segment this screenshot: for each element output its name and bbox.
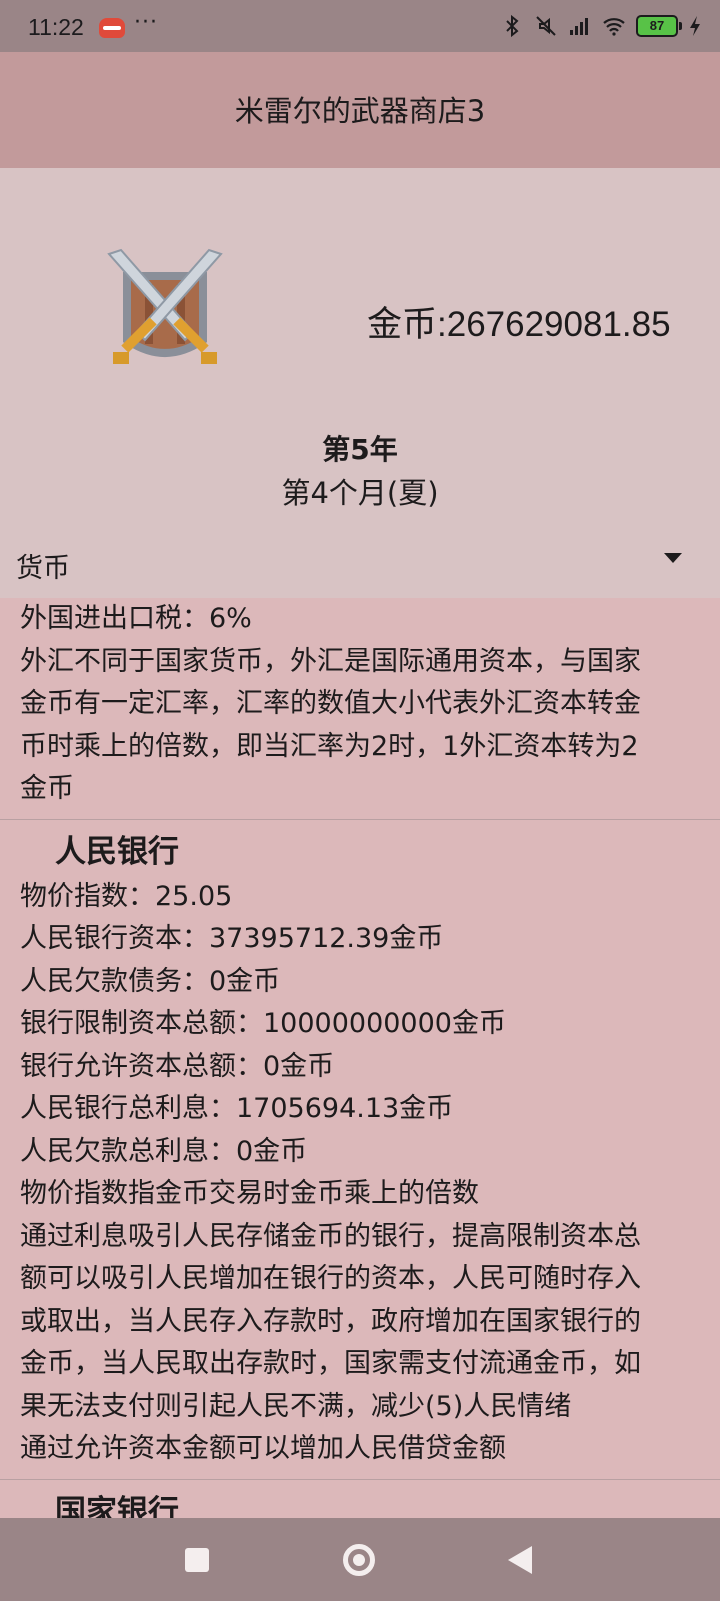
- text-line: 银行限制资本总额：10000000000金币: [20, 1008, 506, 1039]
- text-line: 通过允许资本金额可以增加人民借贷金额: [20, 1433, 506, 1464]
- text-line: 人民欠款总利息：0金币: [20, 1135, 308, 1167]
- mute-icon: [536, 16, 556, 36]
- currency-section: 外国进出口税：6% 外汇不同于国家货币，外汇是国际通用资本，与国家 金币有一定汇…: [0, 598, 720, 811]
- battery-icon: 87: [636, 15, 682, 37]
- people-bank-section: 人民银行 物价指数：25.05 人民银行资本：37395712.39金币 人民欠…: [0, 828, 720, 1471]
- app-title-bar: 米雷尔的武器商店3: [0, 52, 720, 168]
- status-header: 金币:267629081.85 第5年 第4个月(夏) 货币: [0, 168, 720, 598]
- wifi-icon: [603, 18, 625, 36]
- text-line: 果无法支付则引起人民不满，减少(5)人民情绪: [20, 1390, 572, 1422]
- text-line: 人民银行资本：37395712.39金币: [20, 923, 444, 954]
- status-bar: 11:22 ··· 87: [0, 0, 720, 52]
- section-title: 人民银行: [55, 833, 179, 870]
- category-dropdown[interactable]: 货币: [0, 523, 720, 598]
- dropdown-selected-label: 货币: [16, 553, 70, 584]
- back-triangle-icon[interactable]: [508, 1546, 532, 1574]
- info-scroll-area[interactable]: 外国进出口税：6% 外汇不同于国家货币，外汇是国际通用资本，与国家 金币有一定汇…: [0, 598, 720, 1518]
- text-line: 外汇不同于国家货币，外汇是国际通用资本，与国家: [20, 645, 641, 677]
- page-title: 米雷尔的武器商店3: [234, 94, 486, 128]
- system-nav-bar: [0, 1518, 720, 1601]
- gold-balance: 金币:267629081.85: [367, 305, 671, 344]
- text-line: 外国进出口税：6%: [20, 603, 252, 634]
- text-line: 金币，当人民取出存款时，国家需支付流通金币，如: [20, 1348, 641, 1379]
- home-circle-icon[interactable]: [343, 1544, 375, 1576]
- section-title: 国家银行: [55, 1493, 179, 1519]
- section-divider: [0, 818, 720, 820]
- text-line: 通过利息吸引人民存储金币的银行，提高限制资本总: [20, 1220, 641, 1252]
- more-notifications-icon: ···: [134, 10, 158, 35]
- text-line: 金币: [20, 773, 74, 804]
- current-year: 第5年: [322, 433, 398, 466]
- text-line: 或取出，当人民存入存款时，政府增加在国家银行的: [20, 1305, 641, 1337]
- section-divider: [0, 1478, 720, 1480]
- status-time: 11:22: [28, 14, 84, 40]
- text-line: 物价指数指金币交易时金币乘上的倍数: [20, 1178, 479, 1209]
- current-month: 第4个月(夏): [281, 476, 439, 510]
- text-line: 物价指数：25.05: [20, 880, 233, 912]
- text-line: 人民银行总利息：1705694.13金币: [20, 1093, 454, 1124]
- text-line: 额可以吸引人民增加在银行的资本，人民可随时存入: [20, 1263, 641, 1294]
- bluetooth-icon: [506, 14, 519, 38]
- text-line: 金币有一定汇率，汇率的数值大小代表外汇资本转金: [20, 688, 641, 719]
- text-line: 银行允许资本总额：0金币: [20, 1050, 335, 1082]
- recents-square-icon[interactable]: [185, 1548, 209, 1572]
- app-notification-icon: [99, 18, 125, 38]
- text-line: 币时乘上的倍数，即当汇率为2时，1外汇资本转为2: [20, 730, 639, 762]
- text-line: 人民欠款债务：0金币: [20, 965, 281, 997]
- signal-icon: [570, 18, 588, 35]
- national-bank-section: 国家银行: [0, 1488, 720, 1519]
- charging-icon: [690, 16, 700, 36]
- dropdown-arrow-icon[interactable]: [664, 553, 682, 563]
- crossed-swords-shield-icon: [107, 248, 223, 364]
